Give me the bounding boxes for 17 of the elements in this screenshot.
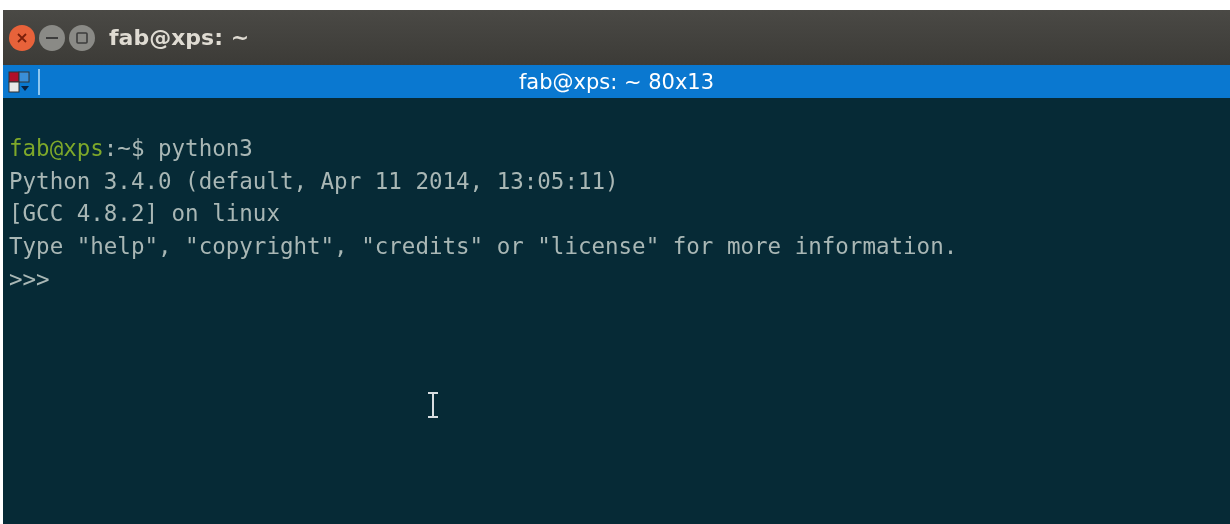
prompt-path: :~$ xyxy=(103,135,145,161)
maximize-button[interactable] xyxy=(69,24,95,51)
output-line: Type "help", "copyright", "credits" or "license" for more information. xyxy=(9,232,959,262)
output-line: Python 3.4.0 (default, Apr 11 2014, 13:05:11) xyxy=(9,166,620,196)
minimize-button[interactable] xyxy=(39,24,65,51)
maximize-icon xyxy=(76,31,88,44)
terminal-area[interactable]: fab@xps:~$ python3 Python 3.4.0 (default, Apr 11 2014, 13:05:11) [GCC 4.8.2] on linux Type "help", "copyright", "credits" or "license" for more information. >>> xyxy=(3,98,1230,524)
close-button[interactable] xyxy=(9,24,35,51)
close-icon xyxy=(17,32,27,43)
prompt-user-host: fab@xps xyxy=(9,135,104,161)
terminal-menu-icon[interactable] xyxy=(8,70,30,93)
text-cursor-icon xyxy=(426,391,440,419)
command-text: python3 xyxy=(158,135,253,161)
window-title: fab@xps: ~ xyxy=(109,25,250,50)
output-line: >>> xyxy=(9,264,51,294)
terminal-title: fab@xps: ~ 80x13 xyxy=(518,69,715,94)
output-line: [GCC 4.8.2] on linux xyxy=(9,199,281,229)
